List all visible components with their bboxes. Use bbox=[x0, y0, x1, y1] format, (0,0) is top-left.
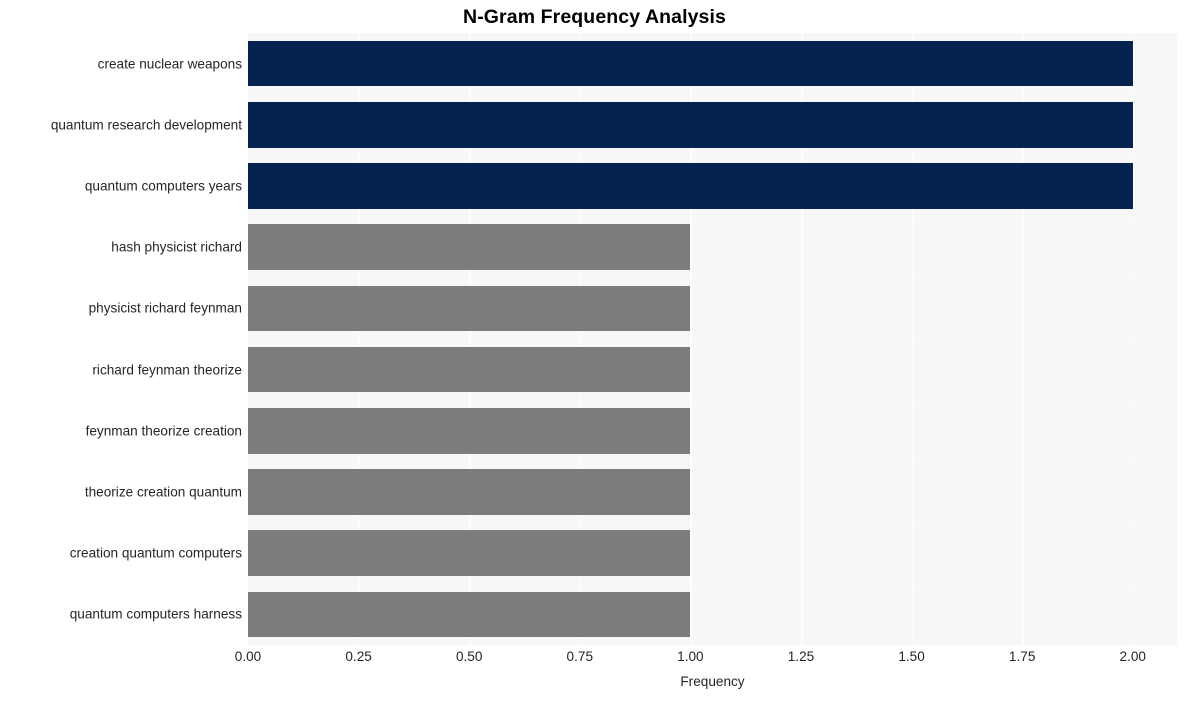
bar bbox=[248, 530, 691, 576]
bar bbox=[248, 346, 691, 393]
y-axis-tick-label: hash physicist richard bbox=[111, 239, 242, 255]
x-axis-tick-label: 1.25 bbox=[787, 649, 815, 664]
bar bbox=[248, 40, 1133, 87]
gridline-vertical bbox=[1132, 33, 1135, 645]
gridline-horizontal bbox=[248, 277, 1177, 279]
y-axis-tick-label: feynman theorize creation bbox=[85, 423, 242, 439]
x-axis-tick-label: 1.75 bbox=[1008, 649, 1036, 664]
gridline-horizontal bbox=[248, 583, 1177, 585]
bar bbox=[248, 591, 691, 638]
plot-area bbox=[248, 33, 1177, 645]
x-axis-tick-label: 1.50 bbox=[898, 649, 925, 664]
chart-title: N-Gram Frequency Analysis bbox=[463, 6, 726, 28]
x-axis-title: Frequency bbox=[680, 674, 745, 689]
y-axis-tick-label: quantum research development bbox=[50, 117, 242, 133]
x-axis-tick-labels: 0.00 0.25 0.50 0.75 1.00 1.25 1.50 1.75 2.00 bbox=[0, 649, 1189, 671]
y-axis-tick-label: create nuclear weapons bbox=[97, 56, 242, 72]
bar bbox=[248, 224, 691, 270]
gridline-horizontal bbox=[248, 400, 1177, 402]
gridline-horizontal bbox=[248, 461, 1177, 463]
y-axis-tick-label: creation quantum computers bbox=[69, 545, 242, 561]
bar bbox=[248, 163, 1133, 209]
gridline-horizontal bbox=[248, 94, 1177, 96]
gridline-horizontal bbox=[248, 216, 1177, 218]
y-axis-tick-label: quantum computers harness bbox=[69, 606, 242, 622]
x-axis-tick-label: 0.75 bbox=[566, 649, 594, 664]
bar bbox=[248, 408, 691, 454]
bar bbox=[248, 469, 691, 515]
bar bbox=[248, 285, 691, 332]
y-axis-labels: create nuclear weapons quantum research d… bbox=[0, 33, 242, 645]
y-axis-tick-label: physicist richard feynman bbox=[88, 300, 242, 316]
y-axis-tick-label: richard feynman theorize bbox=[92, 362, 242, 378]
x-axis-tick-label: 1.00 bbox=[677, 649, 704, 664]
x-axis-tick-label: 0.50 bbox=[455, 649, 483, 664]
y-axis-tick-label: theorize creation quantum bbox=[84, 484, 242, 500]
chart-figure: N-Gram Frequency Analysis create nuclear… bbox=[0, 0, 1189, 701]
gridline-horizontal bbox=[248, 522, 1177, 524]
y-axis-tick-label: quantum computers years bbox=[84, 178, 242, 194]
bar bbox=[248, 102, 1133, 148]
x-axis-tick-label: 0.00 bbox=[234, 649, 262, 664]
gridline-horizontal bbox=[248, 155, 1177, 157]
gridline-horizontal bbox=[248, 339, 1177, 340]
x-axis-tick-label: 2.00 bbox=[1119, 649, 1146, 664]
x-axis-tick-label: 0.25 bbox=[345, 649, 372, 664]
